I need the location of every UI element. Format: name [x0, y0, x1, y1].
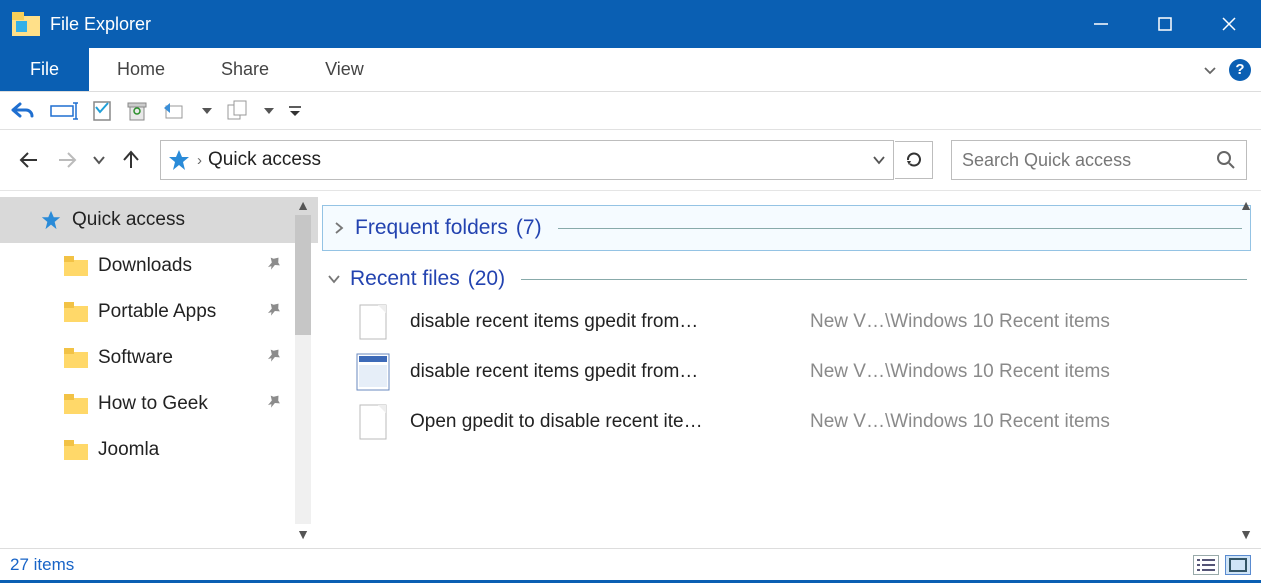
tree-item-software[interactable]: Software — [0, 335, 318, 381]
tree-item-label: Joomla — [98, 439, 159, 461]
recycle-bin-icon[interactable] — [126, 100, 148, 122]
status-bar: 27 items — [0, 548, 1261, 580]
folder-icon — [64, 348, 88, 368]
refresh-button[interactable] — [895, 141, 933, 179]
back-button[interactable] — [14, 145, 44, 175]
tree-item-how-to-geek[interactable]: How to Geek — [0, 381, 318, 427]
pin-icon — [266, 255, 282, 271]
breadcrumb-separator-icon: › — [197, 152, 202, 169]
scroll-down-icon[interactable]: ▼ — [296, 526, 310, 542]
ribbon-tabs: File Home Share View ? — [0, 48, 1261, 92]
file-row[interactable]: disable recent items gpedit from… New V…… — [322, 347, 1251, 397]
address-bar[interactable]: › Quick access — [160, 140, 894, 180]
qat-dropdown-icon[interactable] — [202, 106, 212, 116]
content-pane: Frequent folders (7) Recent files (20) d… — [318, 191, 1261, 548]
scroll-up-icon[interactable]: ▲ — [1239, 197, 1253, 213]
tree-item-label: Downloads — [98, 255, 192, 277]
pin-icon — [266, 393, 282, 409]
address-dropdown-icon[interactable] — [871, 152, 887, 168]
breadcrumb-location[interactable]: Quick access — [208, 149, 321, 171]
view-details-button[interactable] — [1193, 555, 1219, 575]
file-explorer-icon — [12, 12, 40, 36]
group-frequent-count: (7) — [516, 216, 542, 240]
recent-locations-button[interactable] — [90, 145, 108, 175]
close-button[interactable] — [1197, 0, 1261, 48]
folder-icon — [64, 302, 88, 322]
window-controls — [1069, 0, 1261, 48]
quick-access-star-icon — [167, 148, 191, 172]
minimize-button[interactable] — [1069, 0, 1133, 48]
folder-icon — [64, 256, 88, 276]
quick-access-star-icon — [40, 209, 62, 231]
tree-item-joomla[interactable]: Joomla — [0, 427, 318, 473]
file-name: disable recent items gpedit from… — [410, 311, 790, 333]
file-row[interactable]: disable recent items gpedit from… New V…… — [322, 297, 1251, 347]
file-row[interactable]: Open gpedit to disable recent ite… New V… — [322, 397, 1251, 447]
image-icon — [356, 352, 390, 392]
file-path: New V…\Windows 10 Recent items — [810, 361, 1110, 383]
tree-item-portable-apps[interactable]: Portable Apps — [0, 289, 318, 335]
group-frequent-folders[interactable]: Frequent folders (7) — [322, 205, 1251, 251]
group-recent-files[interactable]: Recent files (20) — [322, 261, 1251, 297]
tree-scrollbar[interactable]: ▲ ▼ — [292, 197, 314, 542]
properties-icon[interactable] — [92, 100, 112, 122]
chevron-down-icon — [326, 271, 342, 287]
view-large-icons-button[interactable] — [1225, 555, 1251, 575]
pin-icon — [266, 301, 282, 317]
tree-item-label: Software — [98, 347, 173, 369]
quick-access-toolbar — [0, 92, 1261, 130]
copy-icon[interactable] — [226, 99, 250, 123]
tab-home[interactable]: Home — [89, 48, 193, 91]
ribbon-collapse-icon[interactable] — [1201, 61, 1219, 79]
scroll-up-icon[interactable]: ▲ — [296, 197, 310, 213]
tree-item-label: How to Geek — [98, 393, 208, 415]
tree-quick-access[interactable]: Quick access — [0, 197, 318, 243]
tab-file[interactable]: File — [0, 48, 89, 91]
tree-item-label: Portable Apps — [98, 301, 216, 323]
qat-dropdown-icon[interactable] — [264, 106, 274, 116]
scroll-thumb[interactable] — [295, 215, 311, 335]
document-icon — [356, 402, 390, 442]
tree-root-label: Quick access — [72, 209, 185, 231]
file-path: New V…\Windows 10 Recent items — [810, 411, 1110, 433]
search-input[interactable] — [962, 150, 1216, 171]
file-path: New V…\Windows 10 Recent items — [810, 311, 1110, 333]
folder-icon — [64, 394, 88, 414]
nav-row: › Quick access — [0, 130, 1261, 190]
search-box[interactable] — [951, 140, 1247, 180]
document-icon — [356, 302, 390, 342]
window-title: File Explorer — [50, 14, 151, 35]
group-recent-label: Recent files — [350, 267, 460, 291]
folder-icon — [64, 440, 88, 460]
titlebar: File Explorer — [0, 0, 1261, 48]
forward-button[interactable] — [52, 145, 82, 175]
status-item-count: 27 items — [10, 555, 74, 575]
undo-icon[interactable] — [10, 99, 36, 123]
help-button[interactable]: ? — [1229, 59, 1251, 81]
pin-icon — [266, 347, 282, 363]
up-button[interactable] — [116, 145, 146, 175]
group-frequent-label: Frequent folders — [355, 216, 508, 240]
file-name: Open gpedit to disable recent ite… — [410, 411, 790, 433]
group-recent-count: (20) — [468, 267, 505, 291]
navigation-pane: Quick access Downloads Portable Apps Sof… — [0, 191, 318, 548]
qat-customize-icon[interactable] — [288, 104, 302, 118]
maximize-button[interactable] — [1133, 0, 1197, 48]
tree-item-downloads[interactable]: Downloads — [0, 243, 318, 289]
file-name: disable recent items gpedit from… — [410, 361, 790, 383]
tab-share[interactable]: Share — [193, 48, 297, 91]
tab-view[interactable]: View — [297, 48, 392, 91]
content-scrollbar[interactable]: ▲ ▼ — [1235, 197, 1257, 542]
move-to-icon[interactable] — [162, 100, 188, 122]
chevron-right-icon — [331, 220, 347, 236]
search-icon — [1216, 150, 1236, 170]
rename-icon[interactable] — [50, 101, 78, 121]
scroll-down-icon[interactable]: ▼ — [1239, 526, 1253, 542]
